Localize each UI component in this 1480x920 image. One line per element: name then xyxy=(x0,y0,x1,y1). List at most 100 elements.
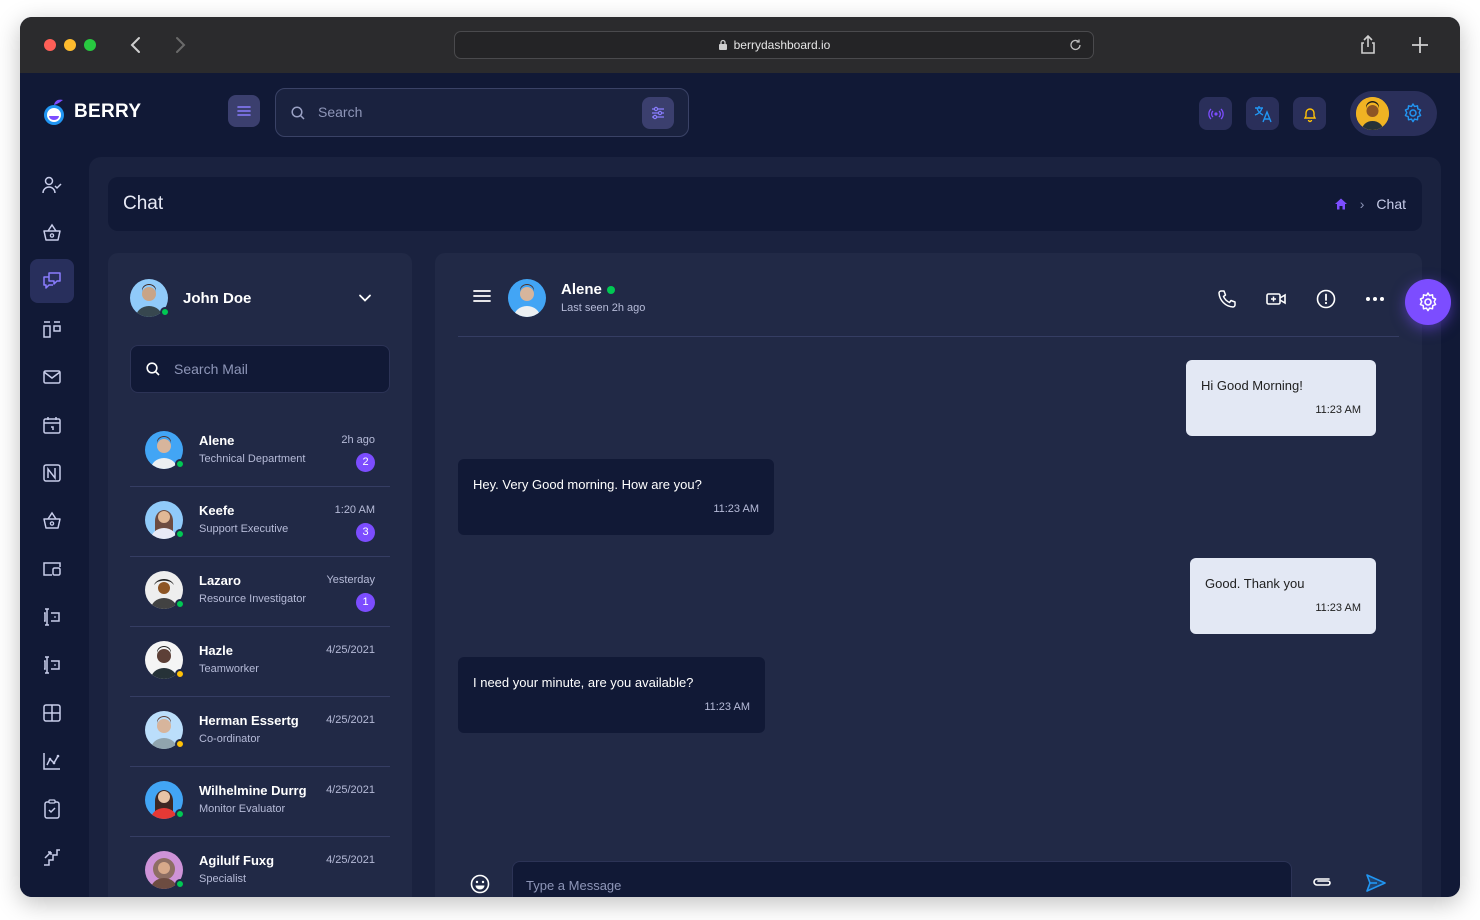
emoji-icon[interactable] xyxy=(469,873,491,897)
contact-item[interactable]: Wilhelmine Durrg Monitor Evaluator 4/25/… xyxy=(130,767,390,837)
contact-item[interactable]: Agilulf Fuxg Specialist 4/25/2021 xyxy=(130,837,390,897)
main-content: Chat › Chat John Doe Search Mail Alene T… xyxy=(89,157,1441,897)
unread-badge: 1 xyxy=(356,593,375,612)
contact-item[interactable]: Keefe Support Executive 1:20 AM 3 xyxy=(130,487,390,557)
basket-icon xyxy=(43,511,61,529)
settings-icon xyxy=(1419,292,1437,312)
language-button[interactable] xyxy=(1246,97,1279,130)
customize-settings-button[interactable] xyxy=(1405,279,1451,325)
search-icon xyxy=(146,362,160,376)
home-icon[interactable] xyxy=(1334,197,1348,211)
message-input-placeholder: Type a Message xyxy=(526,878,622,893)
global-search[interactable]: Search xyxy=(275,88,689,137)
contact-item[interactable]: Hazle Teamworker 4/25/2021 xyxy=(130,627,390,697)
notifications-button[interactable] xyxy=(1293,97,1326,130)
kanban-icon xyxy=(43,321,61,338)
send-icon[interactable] xyxy=(1365,873,1387,897)
contact-name: Alene xyxy=(199,433,235,448)
contact-item[interactable]: Lazaro Resource Investigator Yesterday 1 xyxy=(130,557,390,627)
reload-icon[interactable] xyxy=(1069,32,1083,66)
menu-icon[interactable] xyxy=(473,289,491,308)
rail-item-forms-2[interactable] xyxy=(30,643,74,687)
contact-role: Support Executive xyxy=(199,523,289,535)
minimize-window-button[interactable] xyxy=(64,39,76,51)
contact-time: 4/25/2021 xyxy=(326,644,375,656)
contact-role: Teamworker xyxy=(199,663,259,675)
current-user-name: John Doe xyxy=(183,289,252,307)
close-window-button[interactable] xyxy=(44,39,56,51)
chevron-down-icon[interactable] xyxy=(358,291,372,310)
search-icon xyxy=(291,106,305,120)
rail-item-forms[interactable] xyxy=(30,595,74,639)
avatar xyxy=(508,279,546,317)
stairs-icon xyxy=(44,849,60,866)
sidebar-toggle-button[interactable] xyxy=(228,95,260,127)
message-text: Hey. Very Good morning. How are you? xyxy=(473,477,702,492)
search-input[interactable]: Search xyxy=(318,104,362,120)
online-status-dot xyxy=(607,286,615,294)
avatar xyxy=(145,431,185,469)
contact-item[interactable]: Alene Technical Department 2h ago 2 xyxy=(130,417,390,487)
share-icon[interactable] xyxy=(1356,33,1380,57)
away-status-dot xyxy=(175,669,185,679)
contacts-search-input[interactable]: Search Mail xyxy=(174,361,248,377)
attachment-icon[interactable] xyxy=(1311,875,1335,894)
rail-item-calendar[interactable] xyxy=(30,403,74,447)
phone-icon[interactable] xyxy=(1215,287,1239,311)
rail-item-wallet[interactable] xyxy=(30,547,74,591)
rail-item-brush[interactable] xyxy=(30,883,74,897)
rail-item-shop[interactable] xyxy=(30,499,74,543)
chat-icon xyxy=(43,272,61,289)
rail-item-mail[interactable] xyxy=(30,355,74,399)
table-icon xyxy=(43,704,61,722)
rail-item-tasks[interactable] xyxy=(30,787,74,831)
url-text: berrydashboard.io xyxy=(733,38,831,52)
avatar xyxy=(145,711,185,749)
translate-icon xyxy=(1254,105,1272,122)
back-icon[interactable] xyxy=(124,33,148,57)
rail-item-notes[interactable] xyxy=(30,451,74,495)
chat-panel: Alene Last seen 2h ago Hi Good Morning! xyxy=(435,253,1422,897)
rail-item-steps[interactable] xyxy=(30,835,74,879)
contacts-search[interactable]: Search Mail xyxy=(130,345,390,393)
rail-item-kanban[interactable] xyxy=(30,307,74,351)
contact-role: Specialist xyxy=(199,873,247,885)
maximize-window-button[interactable] xyxy=(84,39,96,51)
contact-item[interactable]: Herman Essertg Co-ordinator 4/25/2021 xyxy=(130,697,390,767)
contact-name: Herman Essertg xyxy=(199,713,299,728)
sliders-icon xyxy=(652,106,664,120)
contacts-panel: John Doe Search Mail Alene Technical Dep… xyxy=(108,253,412,897)
current-user[interactable]: John Doe xyxy=(130,279,251,317)
message-time: 11:23 AM xyxy=(1315,404,1361,416)
rail-item-charts[interactable] xyxy=(30,739,74,783)
contact-time: Yesterday xyxy=(326,574,375,586)
rail-item-users[interactable] xyxy=(30,163,74,207)
new-tab-icon[interactable] xyxy=(1408,33,1432,57)
brand-logo[interactable]: BERRY xyxy=(42,97,141,127)
rail-item-chat[interactable] xyxy=(30,259,74,303)
away-status-dot xyxy=(175,739,185,749)
forward-icon[interactable] xyxy=(168,33,192,57)
info-icon[interactable] xyxy=(1314,287,1338,311)
address-bar[interactable]: berrydashboard.io xyxy=(454,31,1094,59)
message-input[interactable]: Type a Message xyxy=(512,861,1292,897)
online-status-dot xyxy=(175,459,185,469)
rail-item-ecommerce[interactable] xyxy=(30,211,74,255)
search-filter-button[interactable] xyxy=(642,97,674,129)
contact-role: Monitor Evaluator xyxy=(199,803,286,815)
more-options-icon[interactable] xyxy=(1363,287,1387,311)
contact-time: 4/25/2021 xyxy=(326,854,375,866)
chart-icon xyxy=(43,753,60,770)
unread-badge: 3 xyxy=(356,523,375,542)
settings-icon xyxy=(1402,102,1424,129)
live-broadcast-button[interactable] xyxy=(1199,97,1232,130)
message-text: Hi Good Morning! xyxy=(1201,378,1303,393)
video-call-icon[interactable] xyxy=(1264,287,1288,311)
profile-menu[interactable] xyxy=(1350,91,1437,136)
breadcrumb: › Chat xyxy=(1334,196,1406,212)
message-incoming: Hey. Very Good morning. How are you? 11:… xyxy=(458,459,774,535)
lock-icon xyxy=(718,39,727,50)
rail-item-table[interactable] xyxy=(30,691,74,735)
online-status-dot xyxy=(160,307,170,317)
app-header: BERRY Search xyxy=(20,73,1460,157)
